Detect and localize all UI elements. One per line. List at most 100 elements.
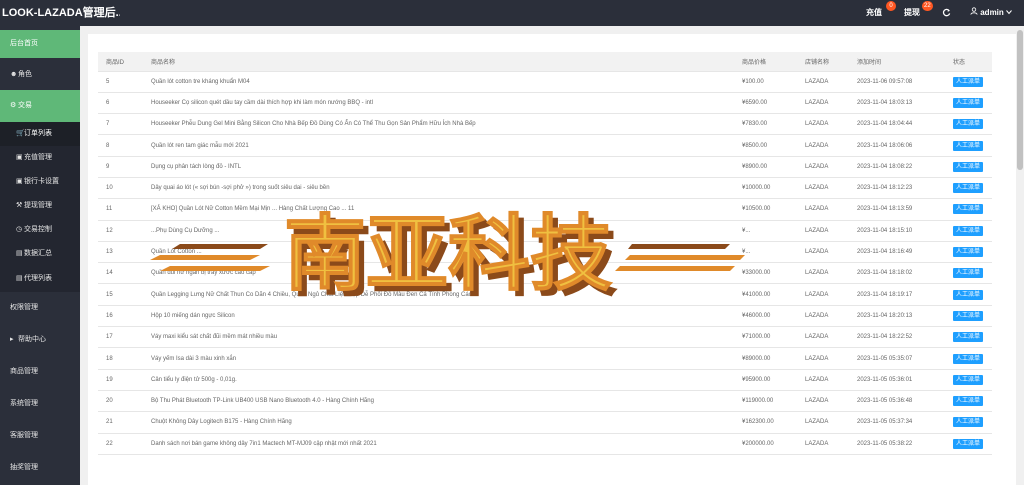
manual-dispatch-button[interactable]: 人工派单 bbox=[953, 289, 984, 300]
manual-dispatch-button[interactable]: 人工派单 bbox=[953, 332, 984, 343]
table-row: 7 Houseeker Phễu Dung Gel Mini Bằng Silic… bbox=[98, 113, 992, 136]
cell-status: 人工派单 bbox=[945, 198, 992, 221]
withdraw-label: 提现 bbox=[904, 8, 920, 17]
sidebar-item-trade[interactable]: ⚙ 交易 bbox=[0, 90, 80, 122]
manual-dispatch-button[interactable]: 人工派单 bbox=[953, 353, 984, 364]
cell-name: [XẢ KHO] Quần Lót Nữ Cotton Mềm Mại Mịn … bbox=[143, 198, 734, 221]
cell-time: 2023-11-04 18:13:59 bbox=[849, 198, 945, 221]
cell-price: ¥71000.00 bbox=[734, 326, 797, 349]
table-row: 6 Houseeker Cọ silicon quét dầu tay cầm d… bbox=[98, 92, 992, 115]
manual-dispatch-button[interactable]: 人工派单 bbox=[953, 438, 984, 449]
manual-dispatch-button[interactable]: 人工派单 bbox=[953, 161, 984, 172]
sidebar-item-label: 抽奖管理 bbox=[10, 464, 38, 471]
cell-name: Quần lót cotton tre kháng khuẩn M04 bbox=[143, 71, 734, 93]
cell-store: LAZADA bbox=[797, 241, 849, 264]
user-menu[interactable]: admin bbox=[970, 0, 1012, 26]
sidebar-item-service[interactable]: 客服管理 bbox=[0, 420, 80, 452]
sidebar-item-agent-list[interactable]: ▤代理列表 bbox=[0, 266, 80, 292]
sidebar-item-label: 角色 bbox=[18, 71, 32, 78]
manual-dispatch-button[interactable]: 人工派单 bbox=[953, 374, 984, 385]
withdraw-link[interactable]: 提现 bbox=[904, 0, 920, 26]
sidebar-item-lottery[interactable]: 抽奖管理 bbox=[0, 452, 80, 484]
scrollbar[interactable] bbox=[1016, 26, 1024, 485]
cell-price: ¥6590.00 bbox=[734, 92, 797, 115]
cell-name: Quần lót ren tam giác mẫu mới 2021 bbox=[143, 134, 734, 157]
cell-status: 人工派单 bbox=[945, 390, 992, 413]
cell-store: LAZADA bbox=[797, 220, 849, 242]
cell-status: 人工派单 bbox=[945, 220, 992, 242]
gear-icon: ⚙ bbox=[10, 102, 17, 109]
sidebar-item-orders[interactable]: 🛒订单列表 bbox=[0, 122, 80, 146]
cell-store: LAZADA bbox=[797, 113, 849, 136]
manual-dispatch-button[interactable]: 人工派单 bbox=[953, 140, 984, 151]
cell-store: LAZADA bbox=[797, 198, 849, 221]
cell-store: LAZADA bbox=[797, 177, 849, 200]
cell-name: Danh sách nơi bán game không dây 7in1 Ma… bbox=[143, 433, 734, 455]
cart-icon: 🛒 bbox=[16, 130, 25, 137]
sidebar-item-label: 交易控制 bbox=[24, 226, 52, 233]
sidebar-item-label: 交易 bbox=[18, 102, 32, 109]
cell-name: Hộp 10 miếng dán ngực Silicon bbox=[143, 305, 734, 328]
manual-dispatch-button[interactable]: 人工派单 bbox=[953, 225, 984, 236]
sidebar-item-label: 后台首页 bbox=[10, 40, 38, 47]
table-row: 18 Váy yếm Isa dài 3 màu xinh xắn ¥89000.0… bbox=[98, 347, 992, 370]
manual-dispatch-button[interactable]: 人工派单 bbox=[953, 247, 984, 258]
cell-price: ¥7830.00 bbox=[734, 113, 797, 136]
sidebar-item-withdraw[interactable]: ⚒ 提现管理 bbox=[0, 194, 80, 218]
sidebar-item-label: 数据汇总 bbox=[24, 250, 52, 257]
cell-time: 2023-11-04 18:08:22 bbox=[849, 156, 945, 178]
cell-status: 人工派单 bbox=[945, 347, 992, 370]
cell-status: 人工派单 bbox=[945, 433, 992, 455]
header-time: 添加时间 bbox=[849, 52, 945, 72]
cell-status: 人工派单 bbox=[945, 156, 992, 178]
cell-store: LAZADA bbox=[797, 71, 849, 93]
cell-price: ¥46000.00 bbox=[734, 305, 797, 328]
user-name: admin bbox=[980, 8, 1004, 18]
manual-dispatch-button[interactable]: 人工派单 bbox=[953, 396, 984, 407]
sidebar-item-role[interactable]: ☻角色 bbox=[0, 60, 80, 90]
manual-dispatch-button[interactable]: 人工派单 bbox=[953, 268, 984, 279]
cell-store: LAZADA bbox=[797, 262, 849, 285]
sidebar-item-label: 客服管理 bbox=[10, 432, 38, 439]
cell-store: LAZADA bbox=[797, 411, 849, 434]
sidebar-item-label: 帮助中心 bbox=[18, 336, 46, 343]
header-id: 商品ID bbox=[98, 52, 143, 72]
sidebar-item-permissions[interactable]: 权限管理 bbox=[0, 292, 80, 324]
sidebar-item-goods[interactable]: 商品管理 bbox=[0, 356, 80, 388]
manual-dispatch-button[interactable]: 人工派单 bbox=[953, 119, 984, 130]
sidebar-item-trade-control[interactable]: ◷ 交易控制 bbox=[0, 218, 80, 242]
cell-status: 人工派单 bbox=[945, 177, 992, 200]
recharge-link[interactable]: 充值 bbox=[866, 0, 882, 26]
sidebar-item-bankcard[interactable]: ▣银行卡设置 bbox=[0, 170, 80, 194]
cell-price: ¥... bbox=[734, 220, 797, 242]
manual-dispatch-button[interactable]: 人工派单 bbox=[953, 417, 984, 428]
sidebar-item-recharge[interactable]: ▣充值管理 bbox=[0, 146, 80, 170]
cell-name: Quần đùi nữ ngắn bị trầy xước cao cấp bbox=[143, 262, 734, 285]
cell-time: 2023-11-04 18:18:02 bbox=[849, 262, 945, 285]
sidebar-item-system[interactable]: 系统管理 bbox=[0, 388, 80, 420]
refresh-icon[interactable] bbox=[942, 0, 951, 26]
manual-dispatch-button[interactable]: 人工派单 bbox=[953, 204, 984, 215]
cell-status: 人工派单 bbox=[945, 283, 992, 306]
cell-id: 20 bbox=[98, 390, 143, 413]
cell-store: LAZADA bbox=[797, 369, 849, 391]
scroll-thumb[interactable] bbox=[1017, 30, 1023, 170]
sidebar-item-data-summary[interactable]: ▤数据汇总 bbox=[0, 242, 80, 266]
cell-time: 2023-11-04 18:16:49 bbox=[849, 241, 945, 264]
manual-dispatch-button[interactable]: 人工派单 bbox=[953, 183, 984, 194]
table-row: 5 Quần lót cotton tre kháng khuẩn M04 ¥100… bbox=[98, 71, 992, 93]
withdraw-badge: 22 bbox=[922, 1, 933, 11]
cell-name: Bộ Thu Phát Bluetooth TP-Link UB400 USB … bbox=[143, 390, 734, 413]
table-row: 21 Chuột Không Dây Logitech B175 - Hàng C… bbox=[98, 411, 992, 434]
sidebar-item-label: 商品管理 bbox=[10, 368, 38, 375]
cell-price: ¥8500.00 bbox=[734, 134, 797, 157]
cell-price: ¥10000.00 bbox=[734, 177, 797, 200]
table-row: 22 Danh sách nơi bán game không dây 7in1 … bbox=[98, 433, 992, 455]
sidebar-item-label: 提现管理 bbox=[24, 202, 52, 209]
cell-name: Váy yếm Isa dài 3 màu xinh xắn bbox=[143, 347, 734, 370]
sidebar-item-help[interactable]: ▸ 帮助中心 bbox=[0, 324, 80, 356]
manual-dispatch-button[interactable]: 人工派单 bbox=[953, 310, 984, 321]
sidebar-item-home[interactable]: 后台首页 bbox=[0, 30, 80, 58]
manual-dispatch-button[interactable]: 人工派单 bbox=[953, 76, 984, 87]
manual-dispatch-button[interactable]: 人工派单 bbox=[953, 97, 984, 108]
